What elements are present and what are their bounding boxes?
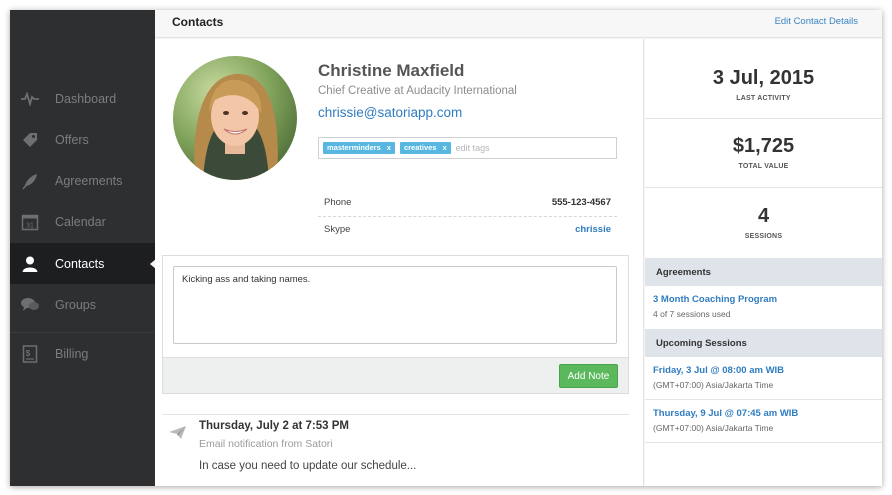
app-window: Dashboard Offers Agreements 31 Calendar … [10, 10, 882, 486]
stat-sessions: 4 SESSIONS [645, 205, 882, 240]
sidebar-item-label: Contacts [55, 256, 105, 271]
contact-summary-panel: 3 Jul, 2015 LAST ACTIVITY $1,725 TOTAL V… [645, 39, 882, 486]
stat-value: 3 Jul, 2015 [712, 67, 815, 89]
sidebar-item-calendar[interactable]: 31 Calendar [10, 201, 155, 242]
divider [645, 118, 882, 119]
stat-total-value: $1,725 TOTAL VALUE [645, 135, 882, 170]
divider [645, 187, 882, 188]
activity-title: Thursday, July 2 at 7:53 PM [199, 420, 349, 432]
session-item: Friday, 3 Jul @ 08:00 am WIB (GMT+07:00)… [645, 365, 882, 390]
sidebar-item-contacts[interactable]: Contacts [10, 243, 156, 284]
agreement-detail: 4 of 7 sessions used [653, 309, 731, 319]
session-item: Thursday, 9 Jul @ 07:45 am WIB (GMT+07:0… [645, 408, 882, 433]
sidebar-item-label: Agreements [55, 173, 123, 188]
session-timezone: (GMT+07:00) Asia/Jakarta Time [653, 423, 774, 433]
remove-tag-button[interactable]: x [387, 142, 391, 154]
note-footer: Add Note [163, 357, 628, 393]
agreement-item: 3 Month Coaching Program 4 of 7 sessions… [645, 294, 882, 319]
stat-value: $1,725 [732, 135, 795, 157]
tag-icon [20, 130, 40, 150]
quill-icon [20, 171, 40, 191]
divider [645, 442, 882, 443]
tag-creatives: creatives x [399, 142, 451, 154]
sidebar-item-offers[interactable]: Offers [10, 119, 155, 160]
top-bar: Contacts Edit Contact Details [155, 10, 882, 38]
session-link[interactable]: Friday, 3 Jul @ 08:00 am WIB [653, 365, 882, 376]
edit-contact-link[interactable]: Edit Contact Details [775, 16, 858, 27]
stat-last-activity: 3 Jul, 2015 LAST ACTIVITY [645, 67, 882, 102]
contact-main: Christine Maxfield Chief Creative at Aud… [155, 39, 644, 486]
divider [162, 414, 629, 415]
add-note-button[interactable]: Add Note [559, 364, 618, 388]
activity-body: In case you need to update our schedule.… [199, 460, 417, 472]
phone-value: 555-123-4567 [551, 196, 611, 208]
stat-value: 4 [757, 205, 770, 227]
session-timezone: (GMT+07:00) Asia/Jakarta Time [653, 380, 774, 390]
tag-masterminders: masterminders x [323, 142, 395, 154]
skype-label: Skype [324, 223, 351, 235]
sidebar-item-dashboard[interactable]: Dashboard [10, 78, 155, 119]
sidebar-item-label: Offers [55, 132, 89, 147]
avatar [173, 56, 297, 180]
remove-tag-button[interactable]: x [442, 142, 446, 154]
svg-text:$: $ [26, 349, 31, 358]
stat-label: TOTAL VALUE [738, 163, 789, 170]
phone-row: Phone 555-123-4567 [318, 189, 617, 215]
sidebar-item-label: Billing [55, 346, 89, 361]
tags-placeholder: edit tags [455, 143, 490, 153]
agreement-link[interactable]: 3 Month Coaching Program [653, 294, 882, 305]
invoice-icon: $ [20, 344, 40, 364]
svg-text:31: 31 [26, 222, 34, 229]
page-title: Contacts [172, 15, 224, 29]
note-panel: Kicking ass and taking names. Add Note [162, 255, 629, 394]
sidebar-item-billing[interactable]: $ Billing [10, 333, 155, 374]
sidebar: Dashboard Offers Agreements 31 Calendar … [10, 10, 156, 486]
stat-label: SESSIONS [744, 233, 783, 240]
session-link[interactable]: Thursday, 9 Jul @ 07:45 am WIB [653, 408, 882, 419]
contact-email-link[interactable]: chrissie@satoriapp.com [318, 105, 462, 120]
pulse-icon [20, 89, 40, 109]
sidebar-item-label: Groups [55, 297, 96, 312]
sidebar-item-agreements[interactable]: Agreements [10, 160, 155, 201]
contact-name: Christine Maxfield [318, 61, 465, 80]
tags-input[interactable]: masterminders x creatives x edit tags [318, 137, 617, 159]
sidebar-item-groups[interactable]: Groups [10, 284, 155, 325]
chat-bubbles-icon [20, 295, 40, 315]
sidebar-item-label: Calendar [55, 214, 106, 229]
note-textarea[interactable]: Kicking ass and taking names. [173, 266, 617, 344]
paper-plane-icon [169, 426, 187, 440]
phone-label: Phone [324, 196, 352, 208]
agreements-heading: Agreements [645, 258, 882, 286]
stat-label: LAST ACTIVITY [736, 95, 791, 102]
divider [645, 399, 882, 400]
skype-link[interactable]: chrissie [575, 224, 611, 235]
activity-subtitle: Email notification from Satori [199, 438, 333, 450]
skype-row: Skype chrissie [318, 216, 617, 242]
person-icon [20, 254, 40, 274]
sidebar-item-label: Dashboard [55, 91, 117, 106]
contact-job-title: Chief Creative at Audacity International [318, 85, 517, 97]
upcoming-sessions-heading: Upcoming Sessions [645, 329, 882, 357]
calendar-icon: 31 [20, 212, 40, 232]
